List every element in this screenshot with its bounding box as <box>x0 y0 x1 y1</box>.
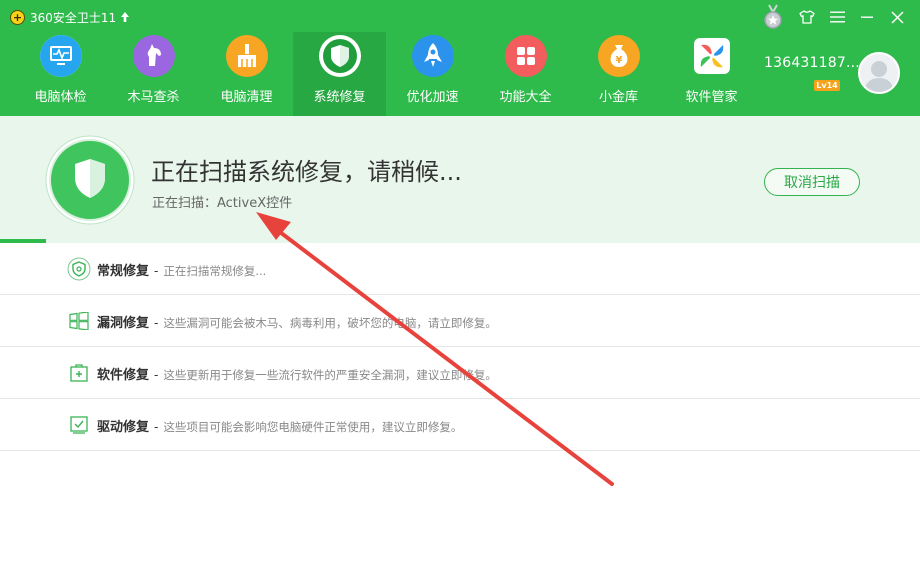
money-bag-icon: ¥ <box>597 35 640 77</box>
grid-icon <box>504 35 547 77</box>
window-controls <box>760 4 912 30</box>
repair-list: 常规修复 - 正在扫描常规修复... 漏洞修复 - 这些漏洞可能会被木马、病毒利… <box>0 243 920 451</box>
nav-label: 电脑清理 <box>220 90 273 105</box>
main-nav: 电脑体检 木马查杀 电脑清理 系统修复 优化加速 功能大全 ¥ 小金库 软件管家 <box>14 32 758 116</box>
repair-separator: - <box>154 420 159 434</box>
shield-icon <box>318 35 361 77</box>
nav-item-optimize[interactable]: 优化加速 <box>386 32 479 116</box>
shield-scan-icon <box>45 135 135 225</box>
nav-item-features[interactable]: 功能大全 <box>479 32 572 116</box>
upgrade-arrow-icon[interactable] <box>120 11 130 23</box>
user-area[interactable]: 136431187... Lv14 <box>764 52 860 91</box>
minimize-icon[interactable] <box>852 4 882 30</box>
app-window: + 360安全卫士11 电脑体检 木马查杀 电脑清理 系统修复 优化加速 功能大… <box>0 0 920 580</box>
medal-icon[interactable] <box>760 4 786 30</box>
repair-separator: - <box>154 316 159 330</box>
software-store-icon <box>691 35 733 77</box>
repair-separator: - <box>154 264 159 278</box>
rocket-icon <box>411 35 454 77</box>
skin-icon[interactable] <box>792 4 822 30</box>
nav-item-vault[interactable]: ¥ 小金库 <box>572 32 665 116</box>
nav-item-software-manager[interactable]: 软件管家 <box>665 32 758 116</box>
trojan-horse-icon <box>132 35 175 77</box>
nav-label: 电脑体检 <box>34 90 87 105</box>
nav-item-system-repair[interactable]: 系统修复 <box>293 32 386 116</box>
repair-name: 软件修复 <box>97 368 150 383</box>
broom-icon <box>225 35 268 77</box>
nav-label: 功能大全 <box>499 90 552 105</box>
driver-icon <box>67 413 91 437</box>
svg-text:¥: ¥ <box>615 55 622 66</box>
nav-label: 软件管家 <box>685 90 738 105</box>
nav-item-computer-cleanup[interactable]: 电脑清理 <box>200 32 293 116</box>
repair-desc: 这些漏洞可能会被木马、病毒利用，破坏您的电脑，请立即修复。 <box>163 316 497 330</box>
windows-icon <box>67 309 91 333</box>
scan-banner: 正在扫描系统修复，请稍候... 正在扫描：ActiveX控件 取消扫描 <box>0 116 920 243</box>
level-badge: Lv14 <box>814 80 840 91</box>
monitor-check-icon <box>39 35 82 77</box>
software-patch-icon <box>67 361 91 385</box>
nav-label: 系统修复 <box>313 90 366 105</box>
repair-desc: 这些更新用于修复一些流行软件的严重安全漏洞，建议立即修复。 <box>163 368 497 382</box>
title-area: + 360安全卫士11 <box>10 7 130 27</box>
repair-desc: 正在扫描常规修复... <box>163 264 267 278</box>
repair-separator: - <box>154 368 159 382</box>
repair-name: 漏洞修复 <box>97 316 150 331</box>
nav-item-computer-check[interactable]: 电脑体检 <box>14 32 107 116</box>
close-icon[interactable] <box>882 4 912 30</box>
nav-item-trojan-scan[interactable]: 木马查杀 <box>107 32 200 116</box>
scan-current-item: 正在扫描：ActiveX控件 <box>152 196 293 211</box>
user-id[interactable]: 136431187... <box>764 55 860 71</box>
avatar[interactable] <box>858 52 900 94</box>
repair-row-driver[interactable]: 驱动修复 - 这些项目可能会影响您电脑硬件正常使用，建议立即修复。 <box>0 399 920 451</box>
logo-icon: + <box>10 9 25 25</box>
nav-label: 小金库 <box>598 90 638 105</box>
cancel-scan-button[interactable]: 取消扫描 <box>764 168 860 196</box>
shield-outline-icon <box>67 257 91 281</box>
repair-row-general[interactable]: 常规修复 - 正在扫描常规修复... <box>0 243 920 295</box>
top-bar: + 360安全卫士11 电脑体检 木马查杀 电脑清理 系统修复 优化加速 功能大… <box>0 0 920 116</box>
nav-label: 木马查杀 <box>127 90 180 105</box>
nav-label: 优化加速 <box>406 90 459 105</box>
repair-name: 驱动修复 <box>97 420 150 435</box>
repair-row-software[interactable]: 软件修复 - 这些更新用于修复一些流行软件的严重安全漏洞，建议立即修复。 <box>0 347 920 399</box>
scan-title: 正在扫描系统修复，请稍候... <box>151 158 462 186</box>
menu-icon[interactable] <box>822 4 852 30</box>
repair-name: 常规修复 <box>97 264 150 279</box>
app-title: 360安全卫士11 <box>30 10 117 25</box>
repair-row-vulnerability[interactable]: 漏洞修复 - 这些漏洞可能会被木马、病毒利用，破坏您的电脑，请立即修复。 <box>0 295 920 347</box>
repair-desc: 这些项目可能会影响您电脑硬件正常使用，建议立即修复。 <box>163 420 463 434</box>
